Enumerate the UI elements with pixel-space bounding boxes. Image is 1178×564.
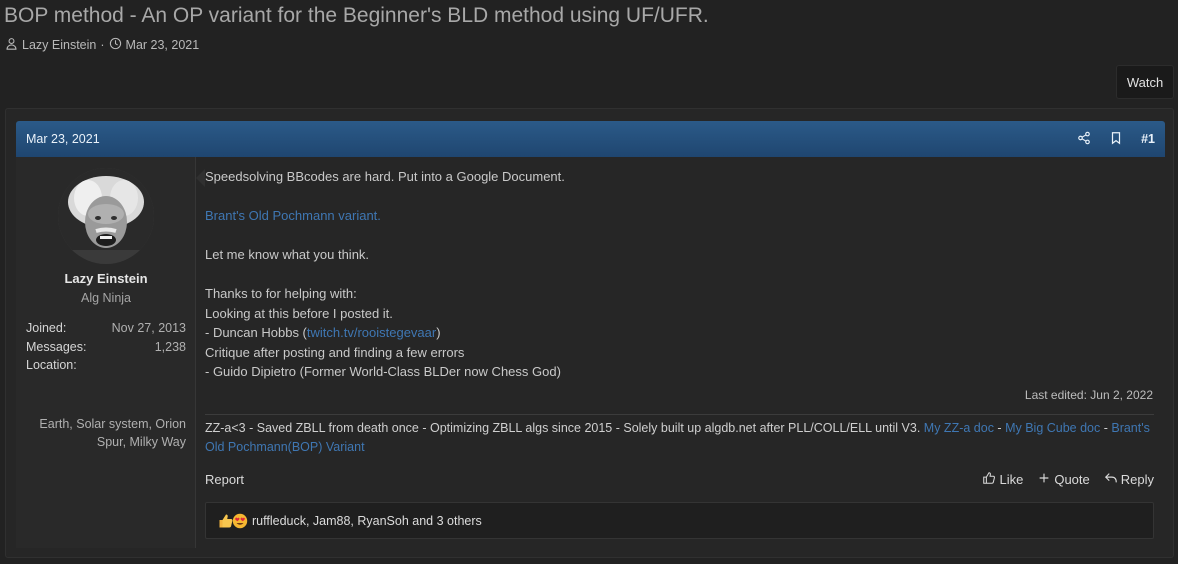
- signature: ZZ-a<3 - Saved ZBLL from death once - Op…: [205, 419, 1154, 456]
- reply-button[interactable]: Reply: [1104, 471, 1154, 488]
- post-body: Speedsolving BBcodes are hard. Put into …: [205, 167, 1155, 382]
- share-icon[interactable]: [1077, 131, 1091, 148]
- body-link-doc[interactable]: Brant's Old Pochmann variant.: [205, 208, 381, 223]
- stat-messages: Messages: 1,238: [26, 340, 186, 354]
- thread-date-link[interactable]: Mar 23, 2021: [126, 38, 200, 52]
- thread-meta: Lazy Einstein · Mar 23, 2021: [5, 37, 199, 53]
- quote-button[interactable]: Quote: [1037, 471, 1090, 488]
- body-line: Thanks to for helping with:: [205, 286, 357, 301]
- post-header: Mar 23, 2021 #1: [16, 121, 1165, 157]
- body-line: Critique after posting and finding a few…: [205, 344, 465, 360]
- avatar[interactable]: [58, 168, 154, 264]
- body-link-twitch[interactable]: twitch.tv/rooistegevaar: [307, 325, 436, 340]
- body-line: Looking at this before I posted it.: [205, 305, 393, 321]
- user-panel: Lazy Einstein Alg Ninja Joined: Nov 27, …: [16, 157, 196, 548]
- reply-label: Reply: [1120, 471, 1154, 487]
- last-edited: Last edited: Jun 2, 2022: [1024, 388, 1153, 402]
- stat-messages-label: Messages:: [26, 340, 87, 354]
- watch-button[interactable]: Watch: [1116, 65, 1174, 99]
- thread-title: BOP method - An OP variant for the Begin…: [4, 4, 709, 27]
- like-button[interactable]: Like: [982, 471, 1023, 488]
- report-link[interactable]: Report: [205, 472, 968, 487]
- signature-separator: -: [1100, 421, 1112, 435]
- post-actions: Report Like Quote Reply: [205, 469, 1154, 489]
- post-date-link[interactable]: Mar 23, 2021: [26, 132, 1077, 146]
- clock-icon: [109, 37, 122, 53]
- signature-link-bigcube[interactable]: My Big Cube doc: [1005, 421, 1100, 435]
- body-line: Let me know what you think.: [205, 247, 370, 262]
- thumbs-up-icon: [982, 471, 996, 488]
- stat-joined-label: Joined:: [26, 321, 67, 335]
- post-container: Mar 23, 2021 #1 Lazy Einstein Alg Ninja …: [5, 108, 1174, 558]
- signature-link-zza[interactable]: My ZZ-a doc: [924, 421, 994, 435]
- bookmark-icon[interactable]: [1109, 131, 1123, 148]
- message-arrow: [196, 169, 205, 187]
- body-text: - Duncan Hobbs (: [205, 325, 307, 340]
- meta-separator: ·: [100, 38, 105, 52]
- user-title: Alg Ninja: [80, 291, 132, 305]
- thread-author-link[interactable]: Lazy Einstein: [22, 38, 96, 52]
- reactions-list-link[interactable]: ruffleduck, Jam88, RyanSoh and 3 others: [252, 514, 482, 528]
- post-number-link[interactable]: #1: [1141, 132, 1155, 146]
- signature-text: ZZ-a<3 - Saved ZBLL from death once - Op…: [205, 421, 924, 435]
- reactions-bar: ruffleduck, Jam88, RyanSoh and 3 others: [205, 502, 1154, 539]
- body-line: - Guido Dipietro (Former World-Class BLD…: [205, 364, 561, 379]
- reply-icon: [1104, 471, 1118, 488]
- post-header-icons: #1: [1077, 131, 1155, 148]
- like-label: Like: [999, 471, 1024, 487]
- signature-divider: [205, 414, 1154, 415]
- username-link[interactable]: Lazy Einstein: [16, 271, 196, 286]
- heart-eyes-reaction-icon: [232, 513, 248, 529]
- stat-location: Location:: [26, 358, 186, 372]
- user-icon: [5, 37, 18, 53]
- body-line-credits: - Duncan Hobbs (twitch.tv/rooistegevaar): [205, 323, 1155, 343]
- body-line: Speedsolving BBcodes are hard. Put into …: [205, 169, 565, 184]
- signature-separator: -: [993, 421, 1006, 435]
- stat-location-value[interactable]: Earth, Solar system, Orion Spur, Milky W…: [26, 415, 186, 451]
- plus-icon: [1037, 471, 1051, 488]
- stat-location-label: Location:: [26, 358, 77, 372]
- stat-joined-value: Nov 27, 2013: [111, 321, 186, 335]
- stat-messages-value[interactable]: 1,238: [155, 340, 186, 354]
- quote-label: Quote: [1054, 471, 1090, 487]
- body-text: ): [436, 325, 441, 340]
- stat-joined: Joined: Nov 27, 2013: [26, 321, 186, 335]
